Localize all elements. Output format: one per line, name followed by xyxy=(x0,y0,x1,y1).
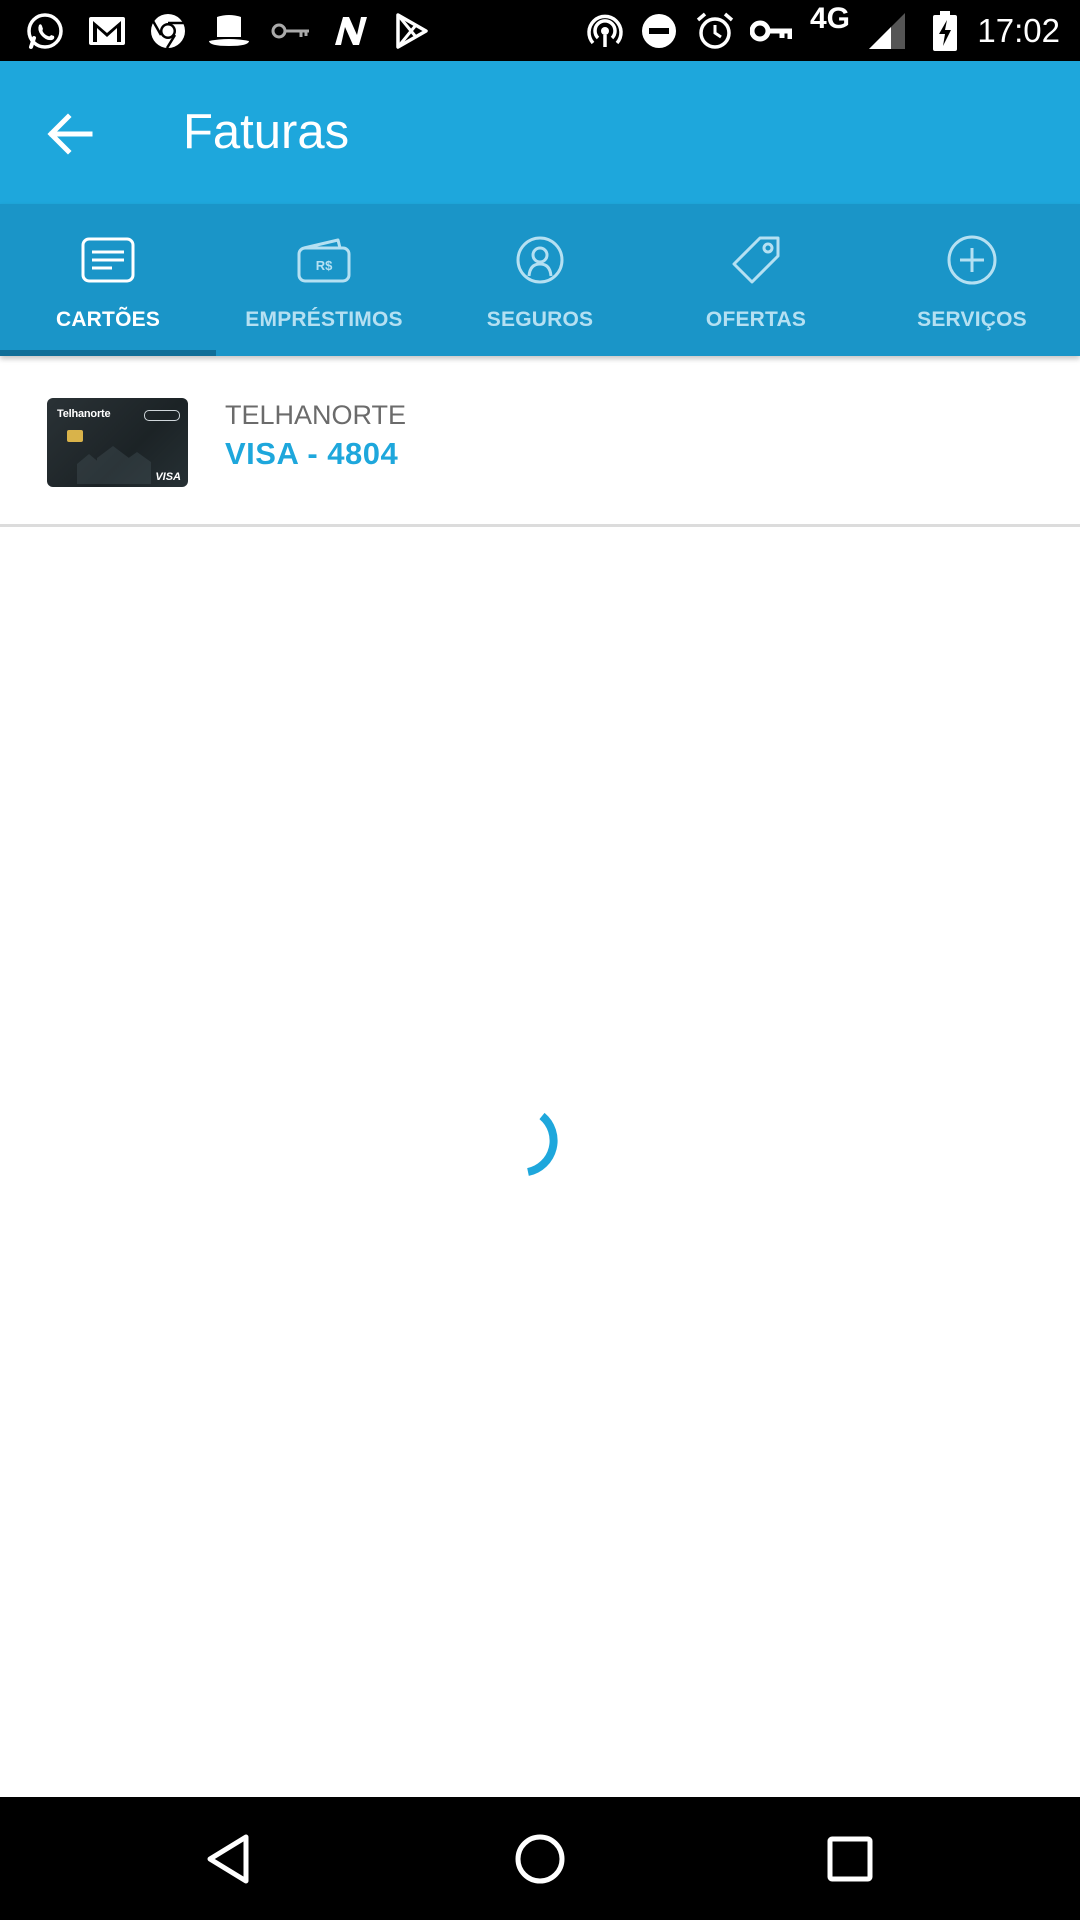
card-thumbnail: Telhanorte VISA xyxy=(47,398,188,487)
network-type: 4G xyxy=(810,2,851,35)
whatsapp-icon xyxy=(22,8,68,54)
tab-label: SERVIÇOS xyxy=(917,308,1027,331)
tab-emprestimos[interactable]: R$ EMPRÉSTIMOS xyxy=(216,204,432,356)
vpn-key-icon xyxy=(748,8,794,54)
battery-charging-icon xyxy=(922,8,968,54)
card-number: VISA - 4804 xyxy=(225,436,399,471)
page-title: Faturas xyxy=(183,105,350,159)
status-bar: 4G 17:02 xyxy=(0,0,1080,61)
tab-label: EMPRÉSTIMOS xyxy=(245,308,403,331)
card-icon xyxy=(0,230,216,290)
do-not-disturb-icon xyxy=(636,8,682,54)
loading-spinner xyxy=(526,1112,558,1176)
tab-cartoes[interactable]: CARTÕES xyxy=(0,204,216,356)
money-icon: R$ xyxy=(216,230,432,290)
tab-label: CARTÕES xyxy=(55,308,161,331)
play-store-icon xyxy=(388,8,434,54)
tab-ofertas[interactable]: OFERTAS xyxy=(648,204,864,356)
status-time: 17:02 xyxy=(977,12,1060,49)
recents-square-icon xyxy=(827,1836,873,1882)
alarm-icon xyxy=(692,8,738,54)
card-issuer: TELHANORTE xyxy=(225,400,407,430)
user-circle-icon xyxy=(432,230,648,290)
card-thumb-network: VISA xyxy=(155,471,181,483)
home-circle-icon xyxy=(515,1834,565,1884)
nav-recents-button[interactable] xyxy=(808,1817,892,1901)
svg-text:R$: R$ xyxy=(316,258,333,273)
screen: 4G 17:02 Faturas CARTÕES R$ EMPRÉSTIMOS … xyxy=(0,0,1080,1920)
hotspot-icon xyxy=(582,8,628,54)
tab-servicos[interactable]: SERVIÇOS xyxy=(864,204,1080,356)
nav-home-button[interactable] xyxy=(498,1817,582,1901)
card-issuer-logo xyxy=(144,410,180,421)
plus-circle-icon xyxy=(864,230,1080,290)
gmail-icon xyxy=(84,8,130,54)
key-icon xyxy=(268,8,314,54)
tab-bar: CARTÕES R$ EMPRÉSTIMOS SEGUROS OFERTAS S… xyxy=(0,204,1080,356)
card-thumb-brand: Telhanorte xyxy=(57,408,111,420)
top-hat-icon xyxy=(206,8,252,54)
houses-pattern-icon xyxy=(77,446,151,484)
nav-back-button[interactable] xyxy=(188,1817,272,1901)
signal-icon xyxy=(864,8,910,54)
tag-icon xyxy=(648,230,864,290)
arrow-back-icon xyxy=(47,113,93,155)
app-bar: Faturas xyxy=(0,61,1080,204)
tab-label: OFERTAS xyxy=(705,308,807,331)
chrome-icon xyxy=(145,8,191,54)
navigation-bar xyxy=(0,1797,1080,1920)
n-icon xyxy=(328,8,374,54)
tab-label: SEGUROS xyxy=(486,308,594,331)
tab-seguros[interactable]: SEGUROS xyxy=(432,204,648,356)
back-button[interactable] xyxy=(30,94,110,174)
card-list-item[interactable]: Telhanorte VISA TELHANORTE VISA - 4804 xyxy=(0,356,1080,527)
back-triangle-icon xyxy=(207,1834,249,1884)
